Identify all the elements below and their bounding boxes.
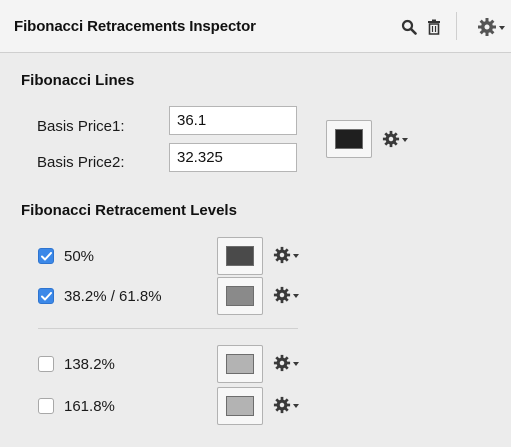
inspector-title: Fibonacci Retracements Inspector — [14, 18, 256, 35]
level-color-swatch — [226, 246, 254, 266]
chevron-down-icon — [293, 294, 299, 298]
line-color-swatch — [335, 129, 363, 149]
level-color-swatch — [226, 286, 254, 306]
level-38-61-color-well[interactable] — [217, 277, 263, 315]
chevron-down-icon — [293, 362, 299, 366]
level-50-color-well[interactable] — [217, 237, 263, 275]
level-161-checkbox-row[interactable]: 161.8% — [38, 395, 115, 417]
level-label: 161.8% — [64, 397, 115, 415]
basis-price2-input[interactable] — [169, 143, 297, 172]
chevron-down-icon — [402, 138, 408, 142]
level-38-61-settings-gear-menu[interactable] — [273, 283, 307, 307]
level-color-swatch — [226, 396, 254, 416]
gear-icon — [273, 354, 291, 372]
checkbox[interactable] — [38, 248, 54, 264]
line-color-well[interactable] — [326, 120, 372, 158]
gear-icon — [273, 246, 291, 264]
level-label: 38.2% / 61.8% — [64, 287, 162, 305]
level-138-checkbox-row[interactable]: 138.2% — [38, 353, 115, 375]
basis-price2-label: Basis Price2: — [37, 154, 125, 171]
checkbox[interactable] — [38, 398, 54, 414]
gear-icon — [273, 396, 291, 414]
line-settings-gear-menu[interactable] — [382, 127, 416, 151]
level-161-settings-gear-menu[interactable] — [273, 393, 307, 417]
basis-price1-input[interactable] — [169, 106, 297, 135]
chevron-down-icon — [293, 404, 299, 408]
inspector-header: Fibonacci Retracements Inspector — [0, 0, 511, 53]
level-161-color-well[interactable] — [217, 387, 263, 425]
gear-icon — [382, 130, 400, 148]
chevron-down-icon — [293, 254, 299, 258]
chevron-down-icon — [499, 26, 505, 30]
gear-icon — [273, 286, 291, 304]
gear-icon — [478, 18, 496, 36]
levels-divider — [38, 328, 298, 329]
level-50-settings-gear-menu[interactable] — [273, 243, 307, 267]
trash-icon[interactable] — [423, 16, 445, 38]
level-138-color-well[interactable] — [217, 345, 263, 383]
basis-price1-label: Basis Price1: — [37, 118, 125, 135]
level-label: 50% — [64, 247, 95, 265]
checkbox[interactable] — [38, 288, 54, 304]
level-138-settings-gear-menu[interactable] — [273, 351, 307, 375]
checkbox[interactable] — [38, 356, 54, 372]
level-38-61-checkbox-row[interactable]: 38.2% / 61.8% — [38, 285, 162, 307]
level-label: 138.2% — [64, 355, 115, 373]
section-title-fib-lines: Fibonacci Lines — [21, 72, 135, 89]
level-color-swatch — [226, 354, 254, 374]
inspector-panel: Fibonacci Retracements Inspector Fibonac… — [0, 0, 511, 447]
level-50-checkbox-row[interactable]: 50% — [38, 245, 94, 267]
header-separator — [456, 12, 457, 40]
search-icon[interactable] — [398, 16, 420, 38]
gear-menu-icon[interactable] — [472, 16, 510, 38]
section-title-retracement-levels: Fibonacci Retracement Levels — [21, 202, 237, 219]
